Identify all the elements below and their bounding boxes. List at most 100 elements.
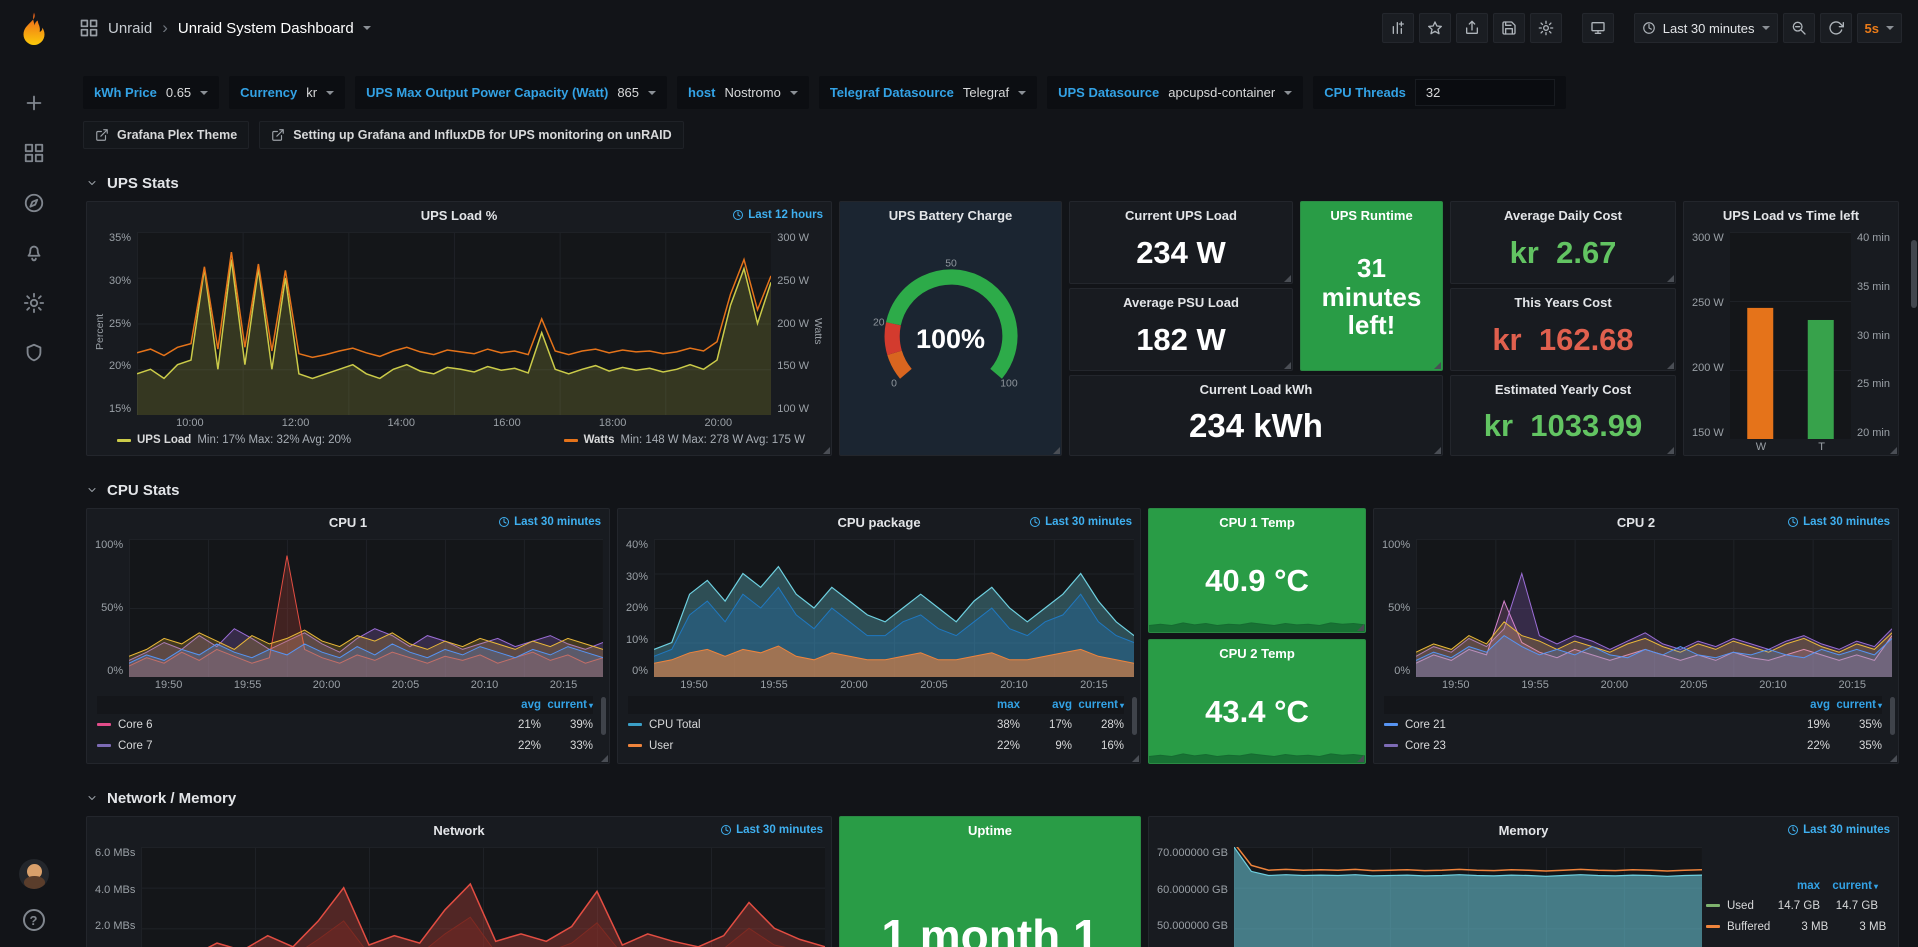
variable-dropdown[interactable]: kWh Price 0.65 [83, 76, 219, 109]
variable-dropdown[interactable]: host Nostromo [677, 76, 809, 109]
panel-time-override[interactable]: Last 30 minutes [498, 516, 601, 528]
legend-header[interactable]: avgcurrent [1384, 696, 1882, 714]
panel-time-override[interactable]: Last 30 minutes [1029, 516, 1132, 528]
server-admin-shield-icon[interactable] [23, 342, 45, 364]
chevron-down-icon [86, 177, 98, 189]
template-variables: kWh Price 0.65 Currency kr UPS Max Outpu… [83, 76, 1902, 109]
y-axis-ticks-left: 70.000000 GB60.000000 GB50.000000 GB40.0… [1155, 847, 1234, 947]
clock-icon [1029, 516, 1041, 528]
section-network-memory[interactable]: Network / Memory [86, 786, 1899, 810]
dashboard-link[interactable]: Grafana Plex Theme [83, 121, 249, 149]
legend-scrollbar[interactable] [1132, 697, 1137, 735]
cpu1-temp-sparkline [1149, 606, 1365, 632]
chevron-down-icon [86, 792, 98, 804]
y-axis-ticks-left: 6.0 MBs4.0 MBs2.0 MBs0 MBs [93, 847, 141, 947]
panel-time-override[interactable]: Last 12 hours [732, 209, 823, 221]
panel-cpu2-temp: CPU 2 Temp 43.4 °C [1148, 639, 1366, 764]
legend-row[interactable]: Used 14.7 GB14.7 GB [1706, 895, 1878, 916]
y-axis-ticks-left: 100%50%0% [1380, 539, 1416, 693]
battery-charge-value: 100% [840, 324, 1061, 355]
legend-row[interactable]: Core 6 21%39% [97, 714, 593, 735]
cpu1-chart[interactable] [129, 539, 603, 677]
explore-compass-icon[interactable] [23, 192, 45, 214]
legend-row[interactable]: Core 23 22%35% [1384, 735, 1882, 756]
submenu: kWh Price 0.65 Currency kr UPS Max Outpu… [67, 56, 1918, 149]
memory-chart[interactable] [1234, 847, 1702, 947]
chart-legend: UPS Load Min: 17% Max: 32% Avg: 20% Watt… [87, 431, 831, 455]
legend-row[interactable]: Core 21 19%35% [1384, 714, 1882, 735]
y-axis-ticks-right: 300 W250 W200 W150 W100 W [771, 232, 811, 431]
variable-dropdown[interactable]: UPS Datasource apcupsd-container [1047, 76, 1303, 109]
panel-estimated-yearly-cost: Estimated Yearly Cost kr 1033.99 [1450, 375, 1676, 456]
variable-dropdown[interactable]: Telegraf Datasource Telegraf [819, 76, 1037, 109]
external-link-icon [95, 128, 109, 142]
time-range-picker[interactable]: Last 30 minutes [1634, 13, 1778, 43]
refresh-button[interactable] [1820, 13, 1852, 43]
panel-cpu2: CPU 2 Last 30 minutes 100%50%0% 19:5019:… [1373, 508, 1899, 764]
panel-average-daily-cost: Average Daily Cost kr 2.67 [1450, 201, 1676, 284]
panel-header[interactable]: UPS Load % Last 12 hours [87, 202, 831, 228]
legend-table: maxavgcurrent CPU Total 38%17%28% User [618, 693, 1140, 763]
legend-table: avgcurrent Core 6 21%39% Core 7 [87, 693, 609, 763]
panel-ups-load-percent: UPS Load % Last 12 hours Percent 35%30%2… [86, 201, 832, 456]
dashboard-grid-icon [79, 18, 99, 38]
legend-row[interactable]: User 22%9%16% [628, 735, 1124, 756]
panel-average-psu-load: Average PSU Load 182 W [1069, 288, 1293, 371]
chevron-down-icon [1284, 91, 1292, 99]
battery-gauge: 0 20 50 100 100% [840, 228, 1061, 455]
legend-header[interactable]: avgcurrent [97, 696, 593, 714]
legend-scrollbar[interactable] [1890, 697, 1895, 735]
panel-time-override[interactable]: Last 30 minutes [720, 824, 823, 836]
y-axis-label-right: Watts [811, 232, 825, 431]
panel-memory: Memory Last 30 minutes 70.000000 GB60.00… [1148, 816, 1899, 947]
cpu2-chart[interactable] [1416, 539, 1892, 677]
legend-entry[interactable]: Watts Min: 148 W Max: 278 W Avg: 175 W [564, 434, 805, 446]
refresh-interval-picker[interactable]: 5s [1857, 13, 1902, 43]
star-button[interactable] [1419, 13, 1451, 43]
share-button[interactable] [1456, 13, 1488, 43]
zoom-out-button[interactable] [1783, 13, 1815, 43]
section-ups-stats[interactable]: UPS Stats [86, 171, 1899, 195]
grafana-app: ? Unraid › Unraid System Dashboard [0, 0, 1918, 947]
bar-labels: WT [1730, 439, 1851, 455]
grafana-logo-icon[interactable] [13, 10, 55, 52]
breadcrumb-app[interactable]: Unraid [108, 20, 152, 37]
ups-load-chart[interactable] [137, 232, 771, 415]
legend-row[interactable]: CPU Total 38%17%28% [628, 714, 1124, 735]
legend-entry[interactable]: UPS Load Min: 17% Max: 32% Avg: 20% [117, 434, 351, 446]
clock-icon [498, 516, 510, 528]
legend-header[interactable]: maxcurrent [1706, 877, 1878, 895]
panel-ups-load-vs-time-left: UPS Load vs Time left 300 W250 W200 W150… [1683, 201, 1899, 456]
user-avatar[interactable] [19, 859, 49, 889]
save-button[interactable] [1493, 13, 1525, 43]
help-icon[interactable]: ? [23, 909, 45, 931]
chevron-down-icon [326, 91, 334, 99]
dashboards-icon[interactable] [23, 142, 45, 164]
legend-header[interactable]: maxavgcurrent [628, 696, 1124, 714]
variable-dropdown[interactable]: CPU Threads 32 [1313, 76, 1566, 109]
variable-dropdown[interactable]: Currency kr [229, 76, 345, 109]
dashboard-link[interactable]: Setting up Grafana and InfluxDB for UPS … [259, 121, 683, 149]
legend-row[interactable]: Core 7 22%33% [97, 735, 593, 756]
dashboard-scrollbar[interactable] [1911, 240, 1917, 308]
cpu-package-chart[interactable] [654, 539, 1134, 677]
network-chart[interactable] [141, 847, 825, 947]
alerting-bell-icon[interactable] [23, 242, 45, 264]
panel-time-override[interactable]: Last 30 minutes [1787, 824, 1890, 836]
breadcrumb-title[interactable]: Unraid System Dashboard [178, 20, 354, 37]
create-plus-icon[interactable] [23, 92, 45, 114]
tv-mode-button[interactable] [1582, 13, 1614, 43]
configuration-gear-icon[interactable] [23, 292, 45, 314]
panel-title[interactable]: UPS Load % [421, 208, 498, 223]
legend-scrollbar[interactable] [601, 697, 606, 735]
panel-time-override[interactable]: Last 30 minutes [1787, 516, 1890, 528]
variable-dropdown[interactable]: UPS Max Output Power Capacity (Watt) 865 [355, 76, 667, 109]
dashboard-settings-button[interactable] [1530, 13, 1562, 43]
legend-row[interactable]: Buffered 3 MB3 MB [1706, 916, 1878, 937]
y-axis-label-left: Percent [93, 232, 107, 431]
section-cpu-stats[interactable]: CPU Stats [86, 478, 1899, 502]
add-panel-button[interactable] [1382, 13, 1414, 43]
ups-bar-chart[interactable] [1730, 232, 1851, 439]
chevron-down-icon[interactable] [363, 26, 371, 34]
panel-title[interactable]: UPS Battery Charge [889, 208, 1013, 223]
